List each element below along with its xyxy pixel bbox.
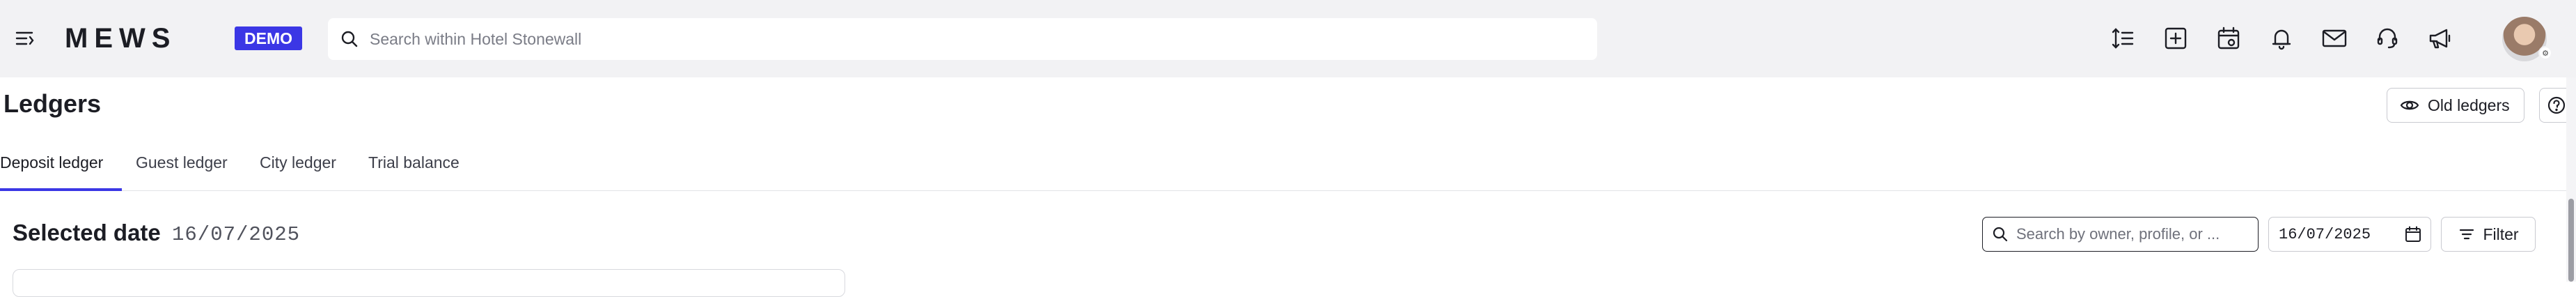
question-icon [2547,96,2566,114]
bell-icon[interactable] [2268,24,2295,52]
search-input[interactable] [370,29,1553,49]
filter-icon [2460,229,2474,240]
scrollbar-thumb[interactable] [2568,199,2574,282]
owner-search-field[interactable] [1982,217,2259,252]
tab-city-ledger[interactable]: City ledger [260,146,336,191]
sort-lines-icon[interactable] [2109,24,2137,52]
old-ledgers-button[interactable]: Old ledgers [2387,88,2524,123]
tab-deposit-ledger[interactable]: Deposit ledger [0,146,122,191]
ledger-card [13,269,845,297]
avatar-status-icon: ⚙ [2538,46,2552,60]
tab-guest-ledger[interactable]: Guest ledger [136,146,228,191]
old-ledgers-label: Old ledgers [2428,96,2510,114]
megaphone-icon[interactable] [2426,24,2454,52]
selected-date-label: Selected date [13,220,161,245]
owner-search-input[interactable] [2016,225,2253,243]
page-title: Ledgers [3,89,102,118]
date-picker-field[interactable]: 16/07/2025 [2268,217,2431,252]
global-search[interactable] [328,18,1597,60]
menu-toggle-icon[interactable] [13,26,38,51]
eye-icon [2400,100,2419,110]
search-icon [341,31,358,47]
ledger-tabs: Deposit ledger Guest ledger City ledger … [0,146,2576,191]
filter-label: Filter [2483,224,2519,243]
top-bar: MEWS DEMO Search within Hotel Stonewall … [0,0,2576,77]
date-picker-value: 16/07/2025 [2279,225,2371,243]
demo-badge: DEMO [235,26,302,50]
search-icon [1993,227,2008,242]
mews-logo[interactable]: MEWS [65,22,176,54]
calendar-icon[interactable] [2215,24,2243,52]
mail-icon[interactable] [2320,24,2348,52]
tab-trial-balance[interactable]: Trial balance [368,146,460,191]
calendar-icon[interactable] [2404,225,2422,243]
add-square-icon[interactable] [2162,24,2190,52]
selected-date-value: 16/07/2025 [172,223,301,246]
support-icon[interactable] [2373,24,2401,52]
filter-button[interactable]: Filter [2441,217,2536,252]
